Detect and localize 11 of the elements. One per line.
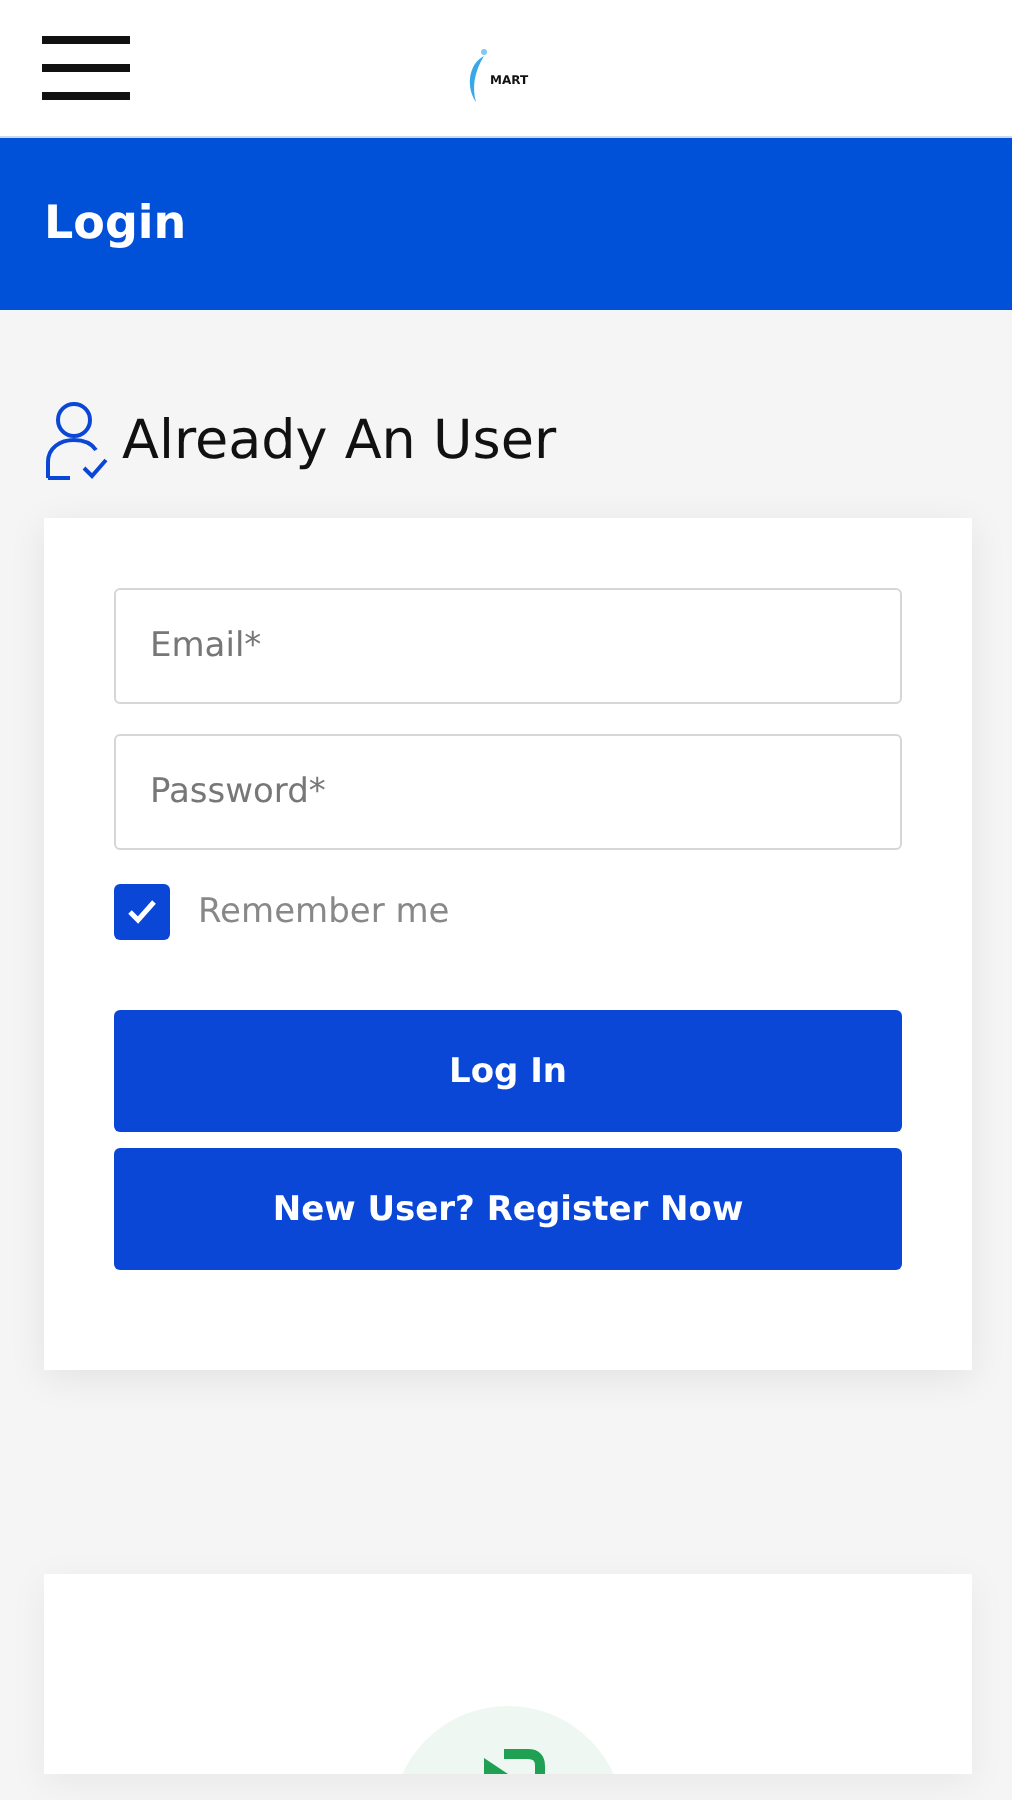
- user-check-icon: [42, 398, 110, 482]
- menu-icon[interactable]: [42, 34, 130, 102]
- login-button[interactable]: Log In: [114, 1010, 902, 1132]
- register-button[interactable]: New User? Register Now: [114, 1148, 902, 1270]
- remember-label: Remember me: [198, 892, 450, 932]
- section-heading: Already An User: [122, 409, 557, 471]
- check-icon: [126, 898, 158, 926]
- password-field[interactable]: Password*: [114, 734, 902, 850]
- page-title: Login: [44, 198, 187, 250]
- remember-checkbox[interactable]: [114, 884, 170, 940]
- email-field[interactable]: Email*: [114, 588, 902, 704]
